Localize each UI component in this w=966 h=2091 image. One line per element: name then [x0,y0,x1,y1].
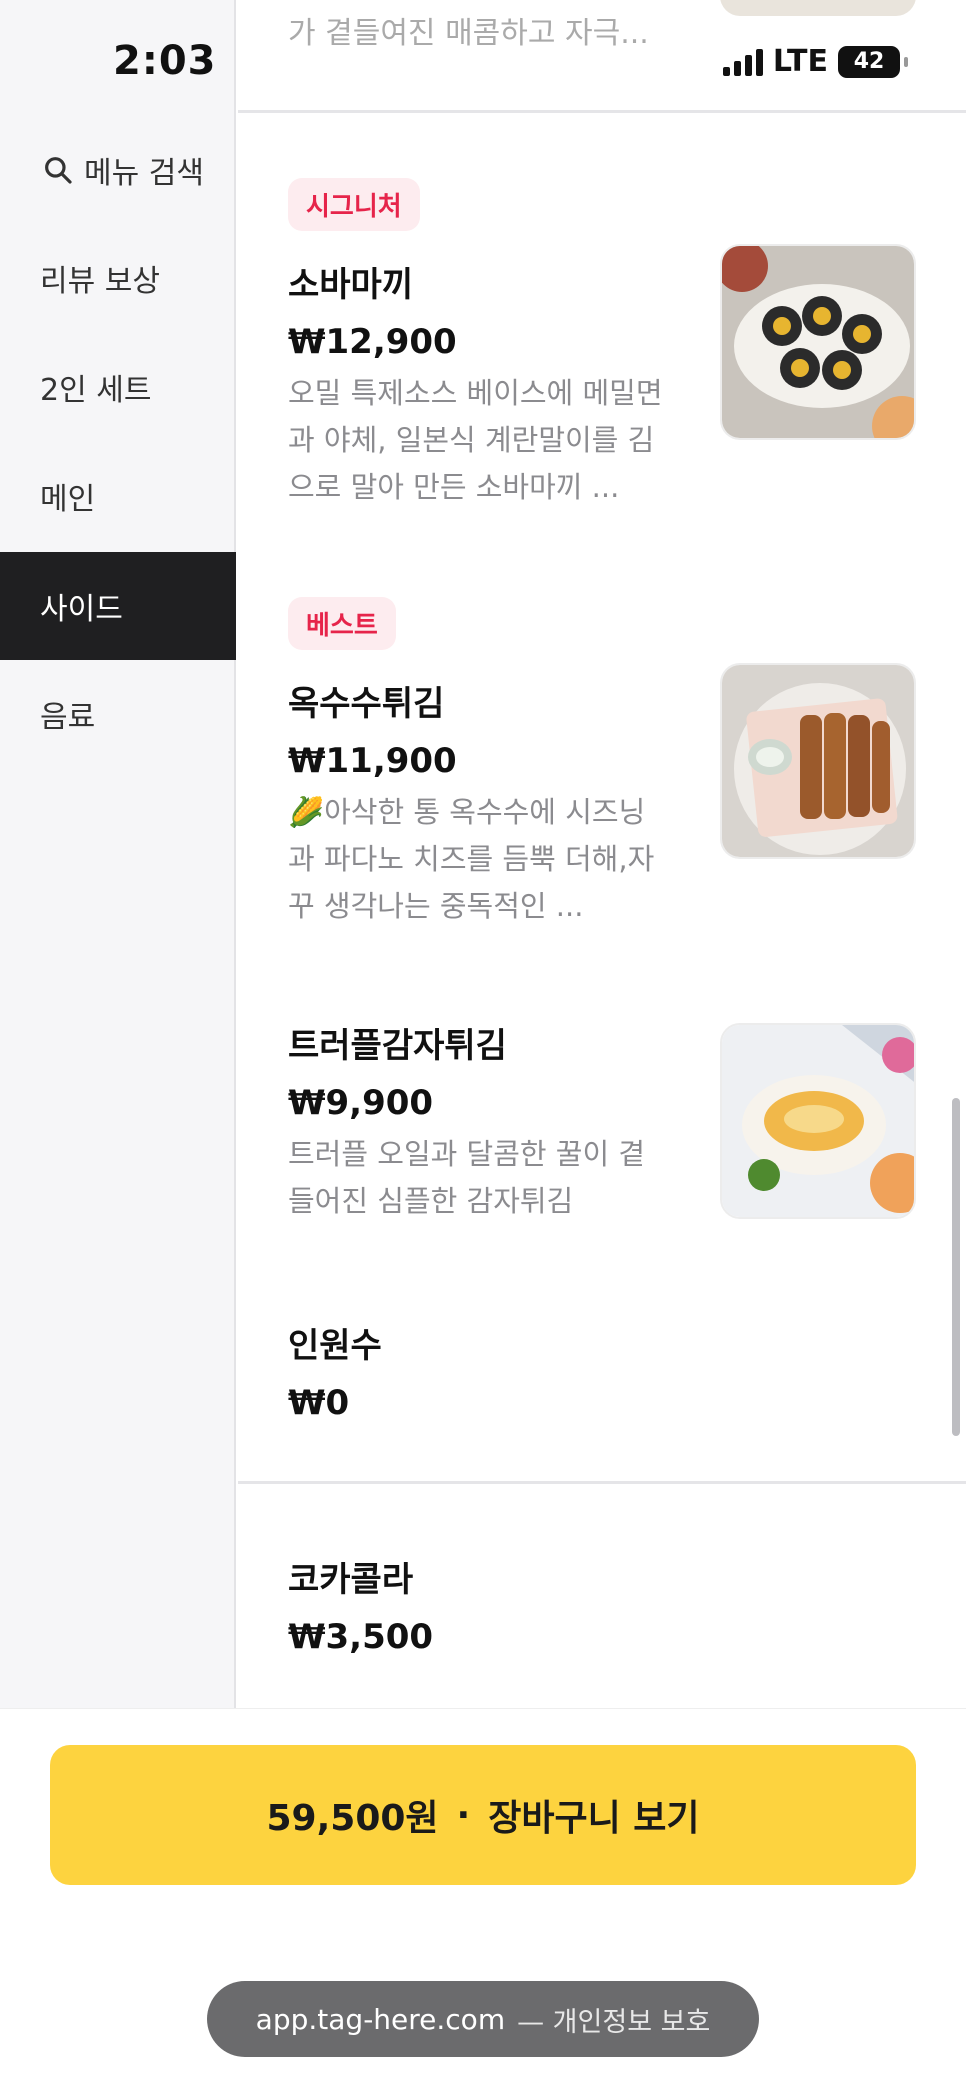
menu-item-coca-cola[interactable]: 코카콜라 ₩3,500 [288,1552,928,1657]
battery-icon: 42 [838,45,908,78]
privacy-note: — 개인정보 보호 [517,2006,711,2038]
category-sidebar: 2:03 메뉴 검색 리뷰 보상 2인 세트 메인 사이드 음료 [0,0,236,1708]
sobamaki-photo[interactable] [720,244,916,440]
item-description: 트러플 오일과 달콤한 꿀이 곁들어진 심플한 감자튀김 [288,1137,646,1218]
network-type: LTE [772,44,828,79]
menu-search-label: 메뉴 검색 [84,156,204,191]
item-name: 코카콜라 [288,1560,414,1600]
category-review-reward[interactable]: 리뷰 보상 [0,224,236,332]
category-two-person-set[interactable]: 2인 세트 [0,333,236,441]
category-main[interactable]: 메인 [0,442,236,550]
status-time: 2:03 [113,38,217,84]
cart-label: 장바구니 보기 [488,1798,700,1839]
category-drinks[interactable]: 음료 [0,660,236,768]
section-divider [238,1481,966,1484]
item-description: 🌽아삭한 통 옥수수에 시즈닝과 파다노 치즈를 듬뿍 더해,자꾸 생각나는 중… [288,795,655,923]
browser-url: app.tag-here.com [255,2002,506,2036]
corn-fry-photo[interactable] [720,663,916,859]
menu-item-headcount[interactable]: 인원수 ₩0 [288,1318,928,1423]
cart-total: 59,500원 [266,1798,439,1839]
menu-list: LTE 42 가 곁들여진 매콤하고 자극... 시그니처 소바마끼 ₩12,9… [238,0,966,1708]
search-icon [45,157,72,184]
previous-item-thumbnail[interactable] [720,0,916,16]
item-price: ₩3,500 [288,1617,434,1657]
bottom-bar: 59,500원 · 장바구니 보기 app.tag-here.com — 개인정… [0,1708,966,2091]
item-name: 인원수 [288,1326,382,1366]
browser-url-bar[interactable]: app.tag-here.com — 개인정보 보호 [207,1981,759,2057]
previous-item-desc: 가 곁들여진 매콤하고 자극... [288,16,649,51]
menu-search-button[interactable]: 메뉴 검색 [42,148,204,192]
item-price: ₩0 [288,1383,350,1423]
signature-badge: 시그니처 [288,178,420,231]
status-indicators: LTE 42 [722,44,908,79]
best-badge: 베스트 [288,597,396,650]
scrollbar[interactable] [952,1098,960,1436]
cart-separator: · [456,1794,471,1836]
signal-icon [722,48,763,76]
truffle-fries-photo[interactable] [720,1023,916,1219]
view-cart-button[interactable]: 59,500원 · 장바구니 보기 [50,1745,916,1885]
category-side[interactable]: 사이드 [0,552,236,660]
section-divider [238,110,966,113]
item-description: 오밀 특제소스 베이스에 메밀면과 야체, 일본식 계란말이를 김으로 말아 만… [288,376,663,504]
battery-level: 42 [853,49,885,74]
